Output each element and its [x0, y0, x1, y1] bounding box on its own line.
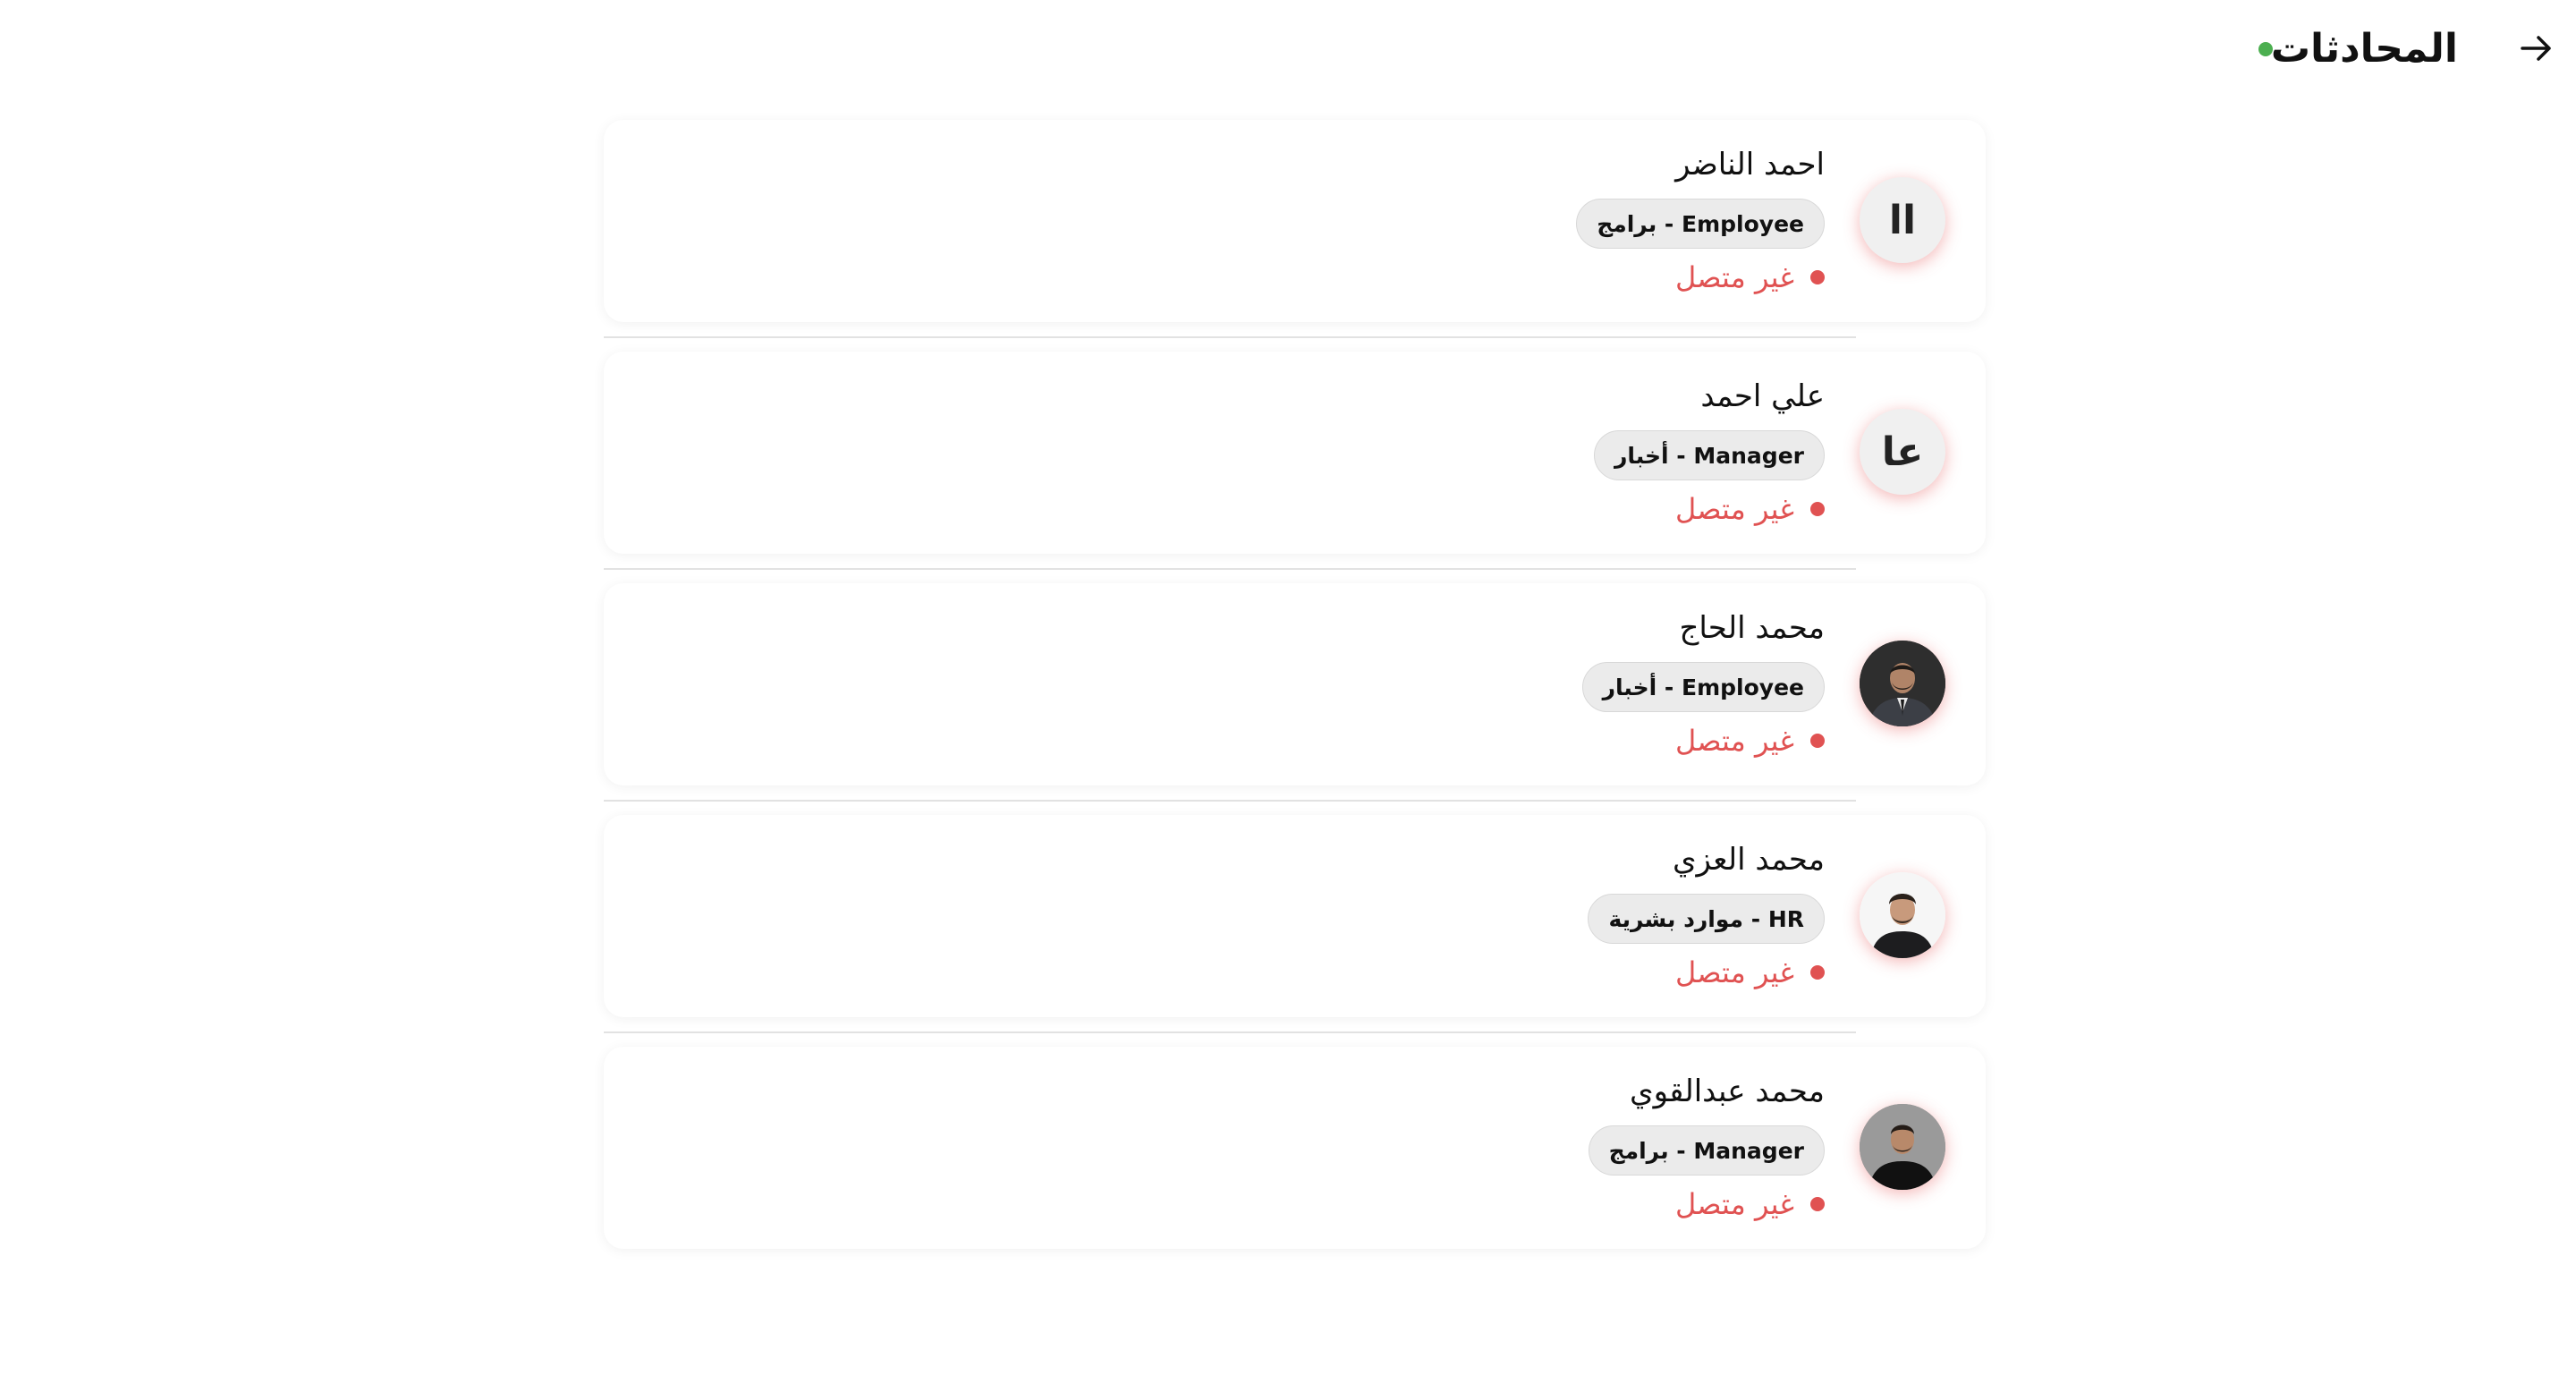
avatar: عا: [1860, 409, 1945, 495]
offline-dot-icon: [1810, 1197, 1825, 1211]
status-text: غير متصل: [1675, 492, 1794, 526]
avatar: [1860, 872, 1945, 958]
avatar-photo: [1860, 1104, 1945, 1190]
contact-name: احمد الناضر: [1675, 147, 1825, 182]
avatar: [1860, 1104, 1945, 1190]
contact-name: علي احمد: [1700, 378, 1825, 414]
avatar-initials: عا: [1881, 429, 1924, 475]
conversation-card[interactable]: محمد عبدالقوي Manager - برامج غير متصل: [604, 1047, 1986, 1249]
avatar-initials: اا: [1888, 197, 1917, 243]
arrow-right-icon: [2519, 30, 2555, 70]
contact-name: محمد الحاج: [1679, 610, 1825, 646]
offline-dot-icon: [1810, 502, 1825, 516]
role-tag: Manager - برامج: [1588, 1125, 1825, 1176]
status-indicator: غير متصل: [1675, 489, 1825, 529]
status-indicator: غير متصل: [1675, 258, 1825, 297]
contact-name: محمد العزي: [1672, 842, 1825, 878]
conversation-card[interactable]: محمد العزي HR - موارد بشرية غير متصل: [604, 815, 1986, 1017]
divider: [604, 1031, 1856, 1033]
top-bar: المحادثات: [0, 0, 2576, 98]
status-indicator: غير متصل: [1675, 721, 1825, 760]
divider: [604, 568, 1856, 570]
role-tag: HR - موارد بشرية: [1588, 894, 1825, 944]
role-tag: Employee - برامج: [1576, 199, 1825, 249]
divider: [604, 800, 1856, 802]
status-text: غير متصل: [1675, 724, 1794, 758]
conversation-card[interactable]: عا علي احمد Manager - أخبار غير متصل: [604, 352, 1986, 554]
contact-name: محمد عبدالقوي: [1629, 1074, 1825, 1109]
offline-dot-icon: [1810, 734, 1825, 748]
status-text: غير متصل: [1675, 955, 1794, 989]
role-tag: Employee - أخبار: [1581, 662, 1825, 712]
back-button[interactable]: [2512, 27, 2562, 73]
conversation-card[interactable]: محمد الحاج Employee - أخبار غير متصل: [604, 583, 1986, 785]
avatar: [1860, 641, 1945, 726]
status-text: غير متصل: [1675, 1187, 1794, 1221]
divider: [604, 336, 1856, 338]
avatar-photo: [1860, 872, 1945, 958]
offline-dot-icon: [1810, 270, 1825, 284]
status-indicator: غير متصل: [1675, 953, 1825, 992]
avatar-photo: [1860, 641, 1945, 726]
page-title: المحادثات: [2270, 26, 2458, 72]
online-indicator: [2258, 42, 2273, 56]
conversation-card[interactable]: اا احمد الناضر Employee - برامج غير متصل: [604, 120, 1986, 322]
role-tag: Manager - أخبار: [1594, 430, 1825, 480]
status-indicator: غير متصل: [1675, 1184, 1825, 1224]
status-text: غير متصل: [1675, 260, 1794, 294]
avatar: اا: [1860, 177, 1945, 263]
offline-dot-icon: [1810, 965, 1825, 980]
